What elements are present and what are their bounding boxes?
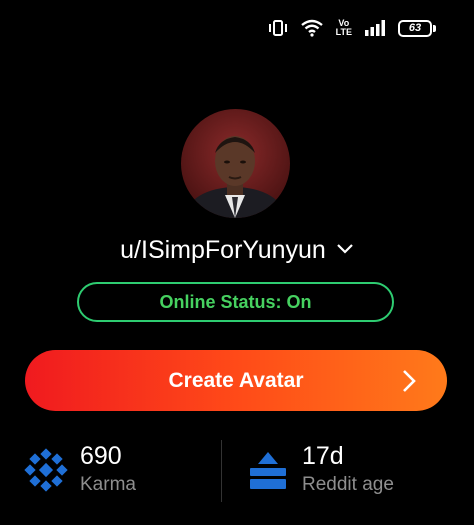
karma-stat[interactable]: 690 Karma [24,440,136,502]
karma-value: 690 [80,442,122,470]
create-avatar-label: Create Avatar [168,368,304,392]
wifi-icon [300,19,324,37]
online-status-button[interactable]: Online Status: On [77,282,394,322]
online-status-label: Online Status: On [159,291,312,312]
chevron-right-icon [401,368,417,399]
volte-icon: Vo LTE [336,19,352,37]
chevron-down-icon[interactable] [336,242,354,260]
stats-divider [221,440,222,502]
karma-icon [24,448,68,492]
cake-icon [246,448,290,492]
battery-icon: 63 [398,19,436,37]
create-avatar-button[interactable]: Create Avatar [25,350,447,411]
karma-label: Karma [80,474,136,495]
username: u/ISimpForYunyun [120,236,326,264]
avatar[interactable] [181,109,290,218]
status-bar: Vo LTE 63 [268,14,436,42]
reddit-age-value: 17d [302,442,344,470]
volte-bottom-text: LTE [335,27,352,37]
battery-tip [433,24,436,32]
reddit-age-stat[interactable]: 17d Reddit age [246,440,394,502]
signal-icon [364,19,386,37]
battery-level: 63 [398,19,432,37]
username-row[interactable]: u/ISimpForYunyun [0,236,474,265]
vibrate-icon [268,19,288,37]
reddit-age-label: Reddit age [302,474,394,495]
